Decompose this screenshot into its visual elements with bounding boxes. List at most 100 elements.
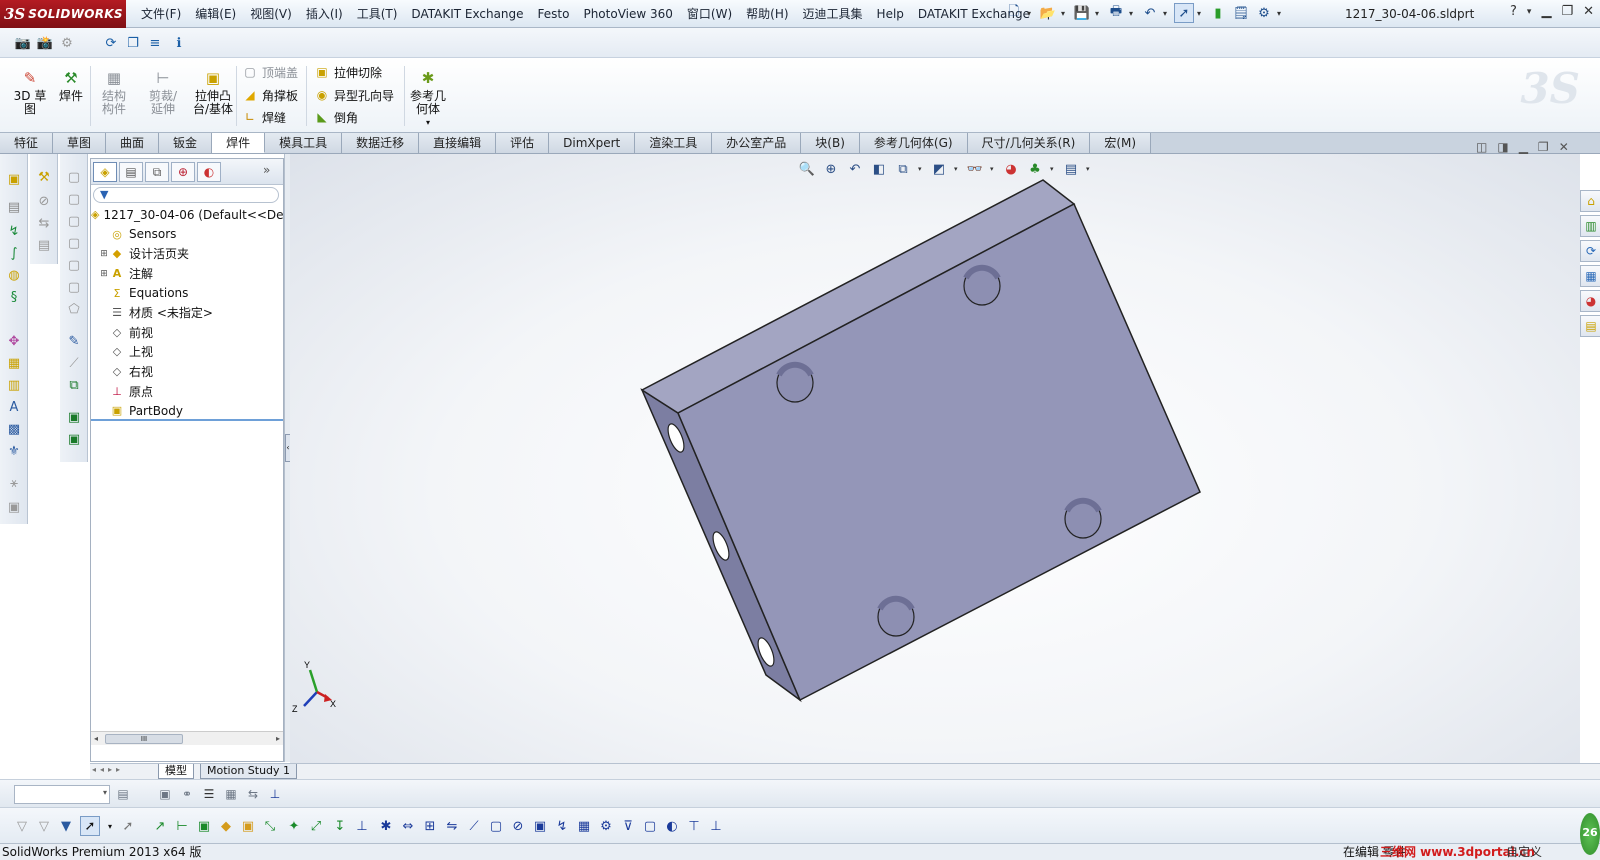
chevron-right-icon[interactable]: » bbox=[263, 163, 270, 177]
reference-geometry-button[interactable]: ✱ 参考几何体 ▾ bbox=[408, 68, 448, 129]
tree-horizontal-scrollbar[interactable]: ◂ III ▸ bbox=[91, 731, 283, 745]
3d-sketch-button[interactable]: ✎ 3D 草图 bbox=[10, 68, 50, 116]
design-library-icon[interactable]: ▥ bbox=[1580, 215, 1600, 237]
solidworks-logo[interactable]: 3S SOLIDWORKS bbox=[0, 0, 126, 28]
undo-icon[interactable]: ↶ bbox=[1140, 3, 1160, 23]
shape-icon[interactable]: ⬠ bbox=[65, 300, 83, 318]
filter-all-icon[interactable]: ➚ bbox=[118, 816, 138, 836]
chevron-down-icon[interactable]: ▾ bbox=[1129, 9, 1137, 18]
mirror-icon[interactable]: ⇆ bbox=[35, 214, 53, 232]
info-icon[interactable]: ℹ bbox=[170, 34, 188, 52]
menu-datakit[interactable]: DATAKIT Exchange bbox=[404, 0, 530, 28]
tangent-icon[interactable]: ⟋ bbox=[65, 354, 83, 372]
tab-features[interactable]: 特征 bbox=[0, 133, 54, 153]
hole-wizard-button[interactable]: ◉ 异型孔向导 bbox=[314, 85, 394, 105]
tree-filter-input[interactable]: ▼ bbox=[93, 187, 279, 203]
spline-icon[interactable]: ↯ bbox=[5, 222, 23, 240]
edge-filter-icon[interactable]: ⊢ bbox=[172, 816, 192, 836]
tab-evaluate[interactable]: 评估 bbox=[496, 133, 550, 153]
tab-model[interactable]: 模型 bbox=[158, 764, 194, 779]
tree-item-design-binder[interactable]: ⊞ ◆ 设计活页夹 bbox=[91, 244, 283, 264]
chevron-down-icon[interactable]: ▾ bbox=[1197, 9, 1205, 18]
component-icon[interactable]: ▣ bbox=[65, 408, 83, 426]
chamfer-button[interactable]: ◣ 倒角 bbox=[314, 107, 358, 127]
disabled-tool-icon[interactable]: ⚹ bbox=[5, 474, 23, 492]
gtol-filter-icon[interactable]: ⇋ bbox=[442, 816, 462, 836]
tab-surfaces[interactable]: 曲面 bbox=[106, 133, 160, 153]
surface-filter-icon[interactable]: ◆ bbox=[216, 816, 236, 836]
tree-item-material[interactable]: ☰ 材质 <未指定> bbox=[91, 303, 283, 323]
open-folder-icon[interactable]: 📂 bbox=[1038, 3, 1058, 23]
graphics-area[interactable]: 🔍 ⊕ ↶ ◧ ⧉ ▾ ◩ ▾ 👓 ▾ ◕ ♣ ▾ ▤ ▾ Y Z X bbox=[290, 154, 1580, 764]
expand-icon[interactable]: ⊞ bbox=[99, 249, 109, 259]
tab-office-products[interactable]: 办公室产品 bbox=[712, 133, 802, 153]
tree-item-right-plane[interactable]: ◇ 右视 bbox=[91, 362, 283, 382]
part-model[interactable]: Y Z X bbox=[290, 154, 1580, 764]
line-style-icon[interactable]: ▦ bbox=[222, 785, 240, 803]
expand-icon[interactable]: ⊞ bbox=[99, 269, 109, 279]
note-filter-icon[interactable]: ⊞ bbox=[420, 816, 440, 836]
menu-maidi-tools[interactable]: 迈迪工具集 bbox=[796, 0, 870, 28]
menu-edit[interactable]: 编辑(E) bbox=[188, 0, 243, 28]
tree-item-origin[interactable]: ⊥ 原点 bbox=[91, 381, 283, 401]
tab-mold-tools[interactable]: 模具工具 bbox=[265, 133, 343, 153]
cosmetic-thread-filter-icon[interactable]: ↯ bbox=[552, 816, 572, 836]
tab-reference-geometry[interactable]: 参考几何体(G) bbox=[859, 133, 968, 153]
datum-target-filter-icon[interactable]: ⊥ bbox=[706, 816, 726, 836]
curve-icon[interactable]: ∫ bbox=[5, 244, 23, 262]
tree-item-equations[interactable]: Σ Equations bbox=[91, 283, 283, 303]
chevron-down-icon[interactable]: ▾ bbox=[103, 788, 107, 797]
grid-icon[interactable]: ▩ bbox=[5, 420, 23, 438]
note-icon[interactable]: ✎ bbox=[65, 332, 83, 350]
box-icon[interactable]: ▢ bbox=[65, 256, 83, 274]
table-filter-icon[interactable]: ▦ bbox=[574, 816, 594, 836]
settings-icon[interactable]: ⚙ bbox=[58, 34, 76, 52]
menu-window[interactable]: 窗口(W) bbox=[680, 0, 739, 28]
line-icon[interactable]: ▤ bbox=[5, 198, 23, 216]
helix-icon[interactable]: § bbox=[5, 288, 23, 306]
line-weight-icon[interactable]: ☰ bbox=[200, 785, 218, 803]
tree-item-top-plane[interactable]: ◇ 上视 bbox=[91, 342, 283, 362]
select-pointer-icon[interactable]: ➚ bbox=[1174, 3, 1194, 23]
extruded-boss-button[interactable]: ▣ 拉伸凸台/基体 bbox=[190, 68, 236, 116]
view-palette-icon[interactable]: ▦ bbox=[1580, 265, 1600, 287]
gusset-button[interactable]: ◢ 角撑板 bbox=[242, 85, 298, 105]
menu-tools[interactable]: 工具(T) bbox=[350, 0, 405, 28]
face-filter-icon[interactable]: ▣ bbox=[194, 816, 214, 836]
camera-icon[interactable]: 📷 bbox=[14, 34, 32, 52]
chevron-down-icon[interactable]: ▾ bbox=[1095, 9, 1103, 18]
display-icon[interactable]: ▣ bbox=[156, 785, 174, 803]
minimize-icon[interactable]: ▁ bbox=[1519, 140, 1528, 154]
scroll-thumb[interactable]: III bbox=[105, 734, 183, 744]
menu-file[interactable]: 文件(F) bbox=[134, 0, 188, 28]
tree-item-front-plane[interactable]: ◇ 前视 bbox=[91, 323, 283, 343]
menu-photoview[interactable]: PhotoView 360 bbox=[576, 0, 679, 28]
loft-icon[interactable]: ◍ bbox=[5, 266, 23, 284]
hole-callout-filter-icon[interactable]: ⊽ bbox=[618, 816, 638, 836]
center-mark-filter-icon[interactable]: ✱ bbox=[376, 816, 396, 836]
midpoint-filter-icon[interactable]: ⊥ bbox=[352, 816, 372, 836]
save-icon[interactable]: 💾 bbox=[1072, 3, 1092, 23]
options-icon[interactable]: ⚙ bbox=[1254, 3, 1274, 23]
chevron-down-icon[interactable]: ▾ bbox=[1061, 9, 1069, 18]
scroll-right-icon[interactable]: ▸ bbox=[276, 732, 280, 746]
windows-icon[interactable]: ❐ bbox=[124, 34, 142, 52]
select-pointer-icon[interactable]: ➚ bbox=[80, 816, 100, 836]
tab-direct-editing[interactable]: 直接编辑 bbox=[419, 133, 497, 153]
weld-bead-filter-icon[interactable]: ⊤ bbox=[684, 816, 704, 836]
chevron-down-icon[interactable]: ▾ bbox=[1277, 9, 1285, 18]
surface-finish-filter-icon[interactable]: ⊘ bbox=[508, 816, 528, 836]
split-view-icon[interactable]: ◫ bbox=[1476, 140, 1487, 154]
tab-blocks[interactable]: 块(B) bbox=[801, 133, 860, 153]
status-custom[interactable]: 自定义 bbox=[1506, 844, 1542, 860]
weld-bead-button[interactable]: ∟ 焊缝 bbox=[242, 107, 286, 127]
filter-toggle-icon[interactable]: ▽ bbox=[34, 816, 54, 836]
new-document-icon[interactable]: 🗋 bbox=[1004, 3, 1024, 23]
box-icon[interactable]: ▢ bbox=[65, 234, 83, 252]
dimxpert-manager-tab-icon[interactable]: ⊕ bbox=[171, 162, 195, 182]
trim-extend-button[interactable]: ⊢ 剪裁/延伸 bbox=[140, 68, 186, 116]
extruded-cut-button[interactable]: ▣ 拉伸切除 bbox=[314, 62, 382, 82]
axis-icon[interactable]: ⊥ bbox=[266, 785, 284, 803]
appearances-icon[interactable]: ◕ bbox=[1580, 290, 1600, 312]
menu-festo[interactable]: Festo bbox=[531, 0, 577, 28]
